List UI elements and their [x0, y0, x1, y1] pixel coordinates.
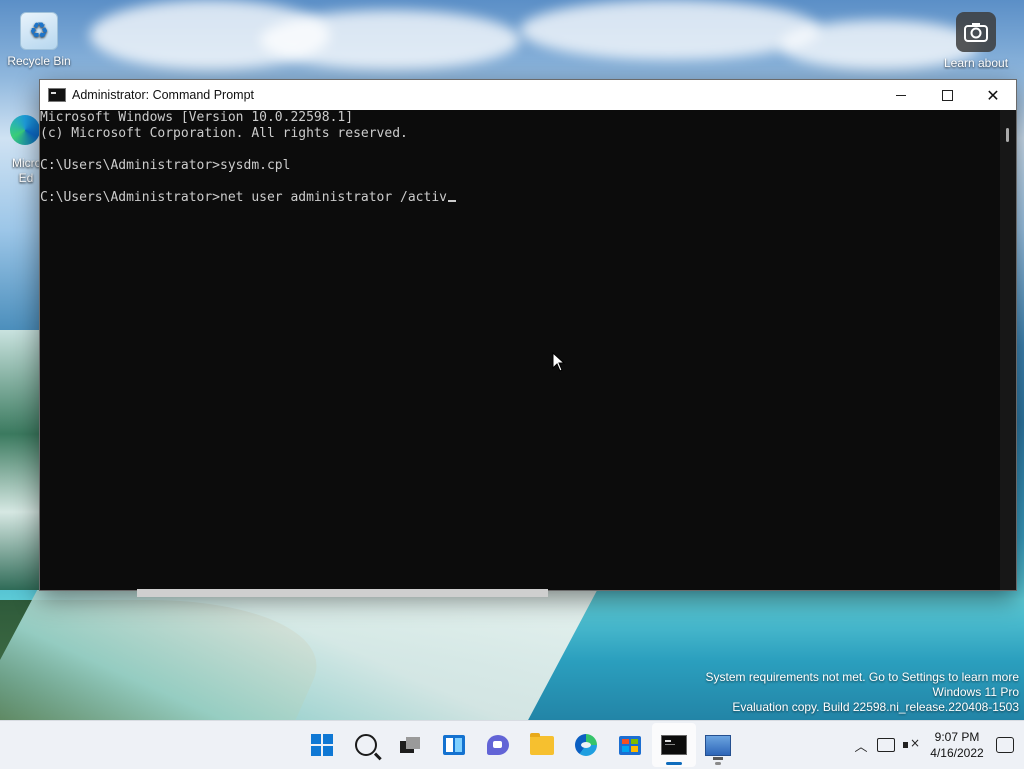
network-icon [877, 738, 895, 752]
console-line: C:\Users\Administrator>sysdm.cpl [40, 158, 291, 173]
console-input-text: C:\Users\Administrator>net user administ… [40, 190, 447, 205]
background-window-edge [137, 589, 548, 597]
clock[interactable]: 9:07 PM 4/16/2022 [922, 729, 992, 761]
window-titlebar[interactable]: Administrator: Command Prompt ✕ [40, 80, 1016, 110]
edge-icon [575, 734, 597, 756]
taskbar: ︿ 9:07 PM 4/16/2022 [0, 720, 1024, 769]
chat-button[interactable] [476, 723, 520, 767]
system-tray: ︿ 9:07 PM 4/16/2022 [848, 721, 1024, 769]
recycle-bin-icon: ♻ [20, 12, 58, 50]
notifications-icon[interactable] [996, 737, 1014, 753]
watermark-line: Evaluation copy. Build 22598.ni_release.… [732, 700, 1019, 714]
command-prompt-window[interactable]: Administrator: Command Prompt ✕ Microsof… [39, 79, 1017, 591]
remote-desktop-button[interactable] [696, 723, 740, 767]
search-icon [355, 734, 377, 756]
window-title: Administrator: Command Prompt [72, 88, 255, 102]
widgets-button[interactable] [432, 723, 476, 767]
desktop-icon-learn-about-picture[interactable]: Learn about this picture [938, 12, 1014, 70]
file-explorer-button[interactable] [520, 723, 564, 767]
close-button[interactable]: ✕ [970, 80, 1016, 110]
start-button[interactable] [300, 723, 344, 767]
console-input-line[interactable]: C:\Users\Administrator>net user administ… [40, 190, 1000, 206]
text-cursor [448, 200, 456, 202]
active-indicator [666, 762, 682, 765]
clock-date: 4/16/2022 [930, 746, 984, 760]
camera-icon [956, 12, 996, 52]
search-button[interactable] [344, 723, 388, 767]
task-view-button[interactable] [388, 723, 432, 767]
minimize-button[interactable] [878, 80, 924, 110]
store-button[interactable] [608, 723, 652, 767]
console-line: (c) Microsoft Corporation. All rights re… [40, 126, 408, 141]
mouse-pointer-icon [552, 351, 566, 372]
file-explorer-icon [530, 732, 554, 755]
task-view-icon [400, 737, 420, 753]
chat-icon [487, 735, 509, 755]
desktop-icon-label: Recycle Bin [7, 54, 71, 68]
desktop-edge-icon[interactable] [10, 115, 40, 145]
desktop-icon-label-edge: Micro Ed [12, 156, 42, 185]
remote-desktop-icon [705, 734, 731, 760]
command-prompt-icon [48, 88, 66, 102]
maximize-button[interactable] [924, 80, 970, 110]
desktop-icon-recycle-bin[interactable]: ♻ Recycle Bin [4, 12, 74, 68]
edge-button[interactable] [564, 723, 608, 767]
watermark-line: Windows 11 Pro [932, 685, 1019, 699]
widgets-icon [443, 735, 465, 755]
scrollbar-thumb[interactable] [1006, 128, 1009, 142]
network-button[interactable] [874, 733, 898, 757]
console-line: Microsoft Windows [Version 10.0.22598.1] [40, 110, 354, 125]
console-output[interactable]: Microsoft Windows [Version 10.0.22598.1]… [40, 110, 1000, 590]
evaluation-watermark: System requirements not met. Go to Setti… [706, 670, 1019, 715]
volume-button[interactable] [898, 733, 922, 757]
command-prompt-taskbar-button[interactable] [652, 723, 696, 767]
start-icon [311, 734, 333, 756]
vertical-scrollbar[interactable] [1000, 110, 1016, 590]
command-prompt-icon [661, 735, 687, 755]
watermark-line: System requirements not met. Go to Setti… [705, 670, 1019, 684]
desktop-icon-label: Learn about this picture [943, 56, 1009, 70]
store-icon [619, 735, 641, 755]
clock-time: 9:07 PM [934, 730, 980, 744]
volume-muted-icon [903, 736, 920, 751]
show-hidden-icons-chevron-icon[interactable]: ︿ [848, 736, 874, 755]
running-indicator [715, 762, 721, 765]
